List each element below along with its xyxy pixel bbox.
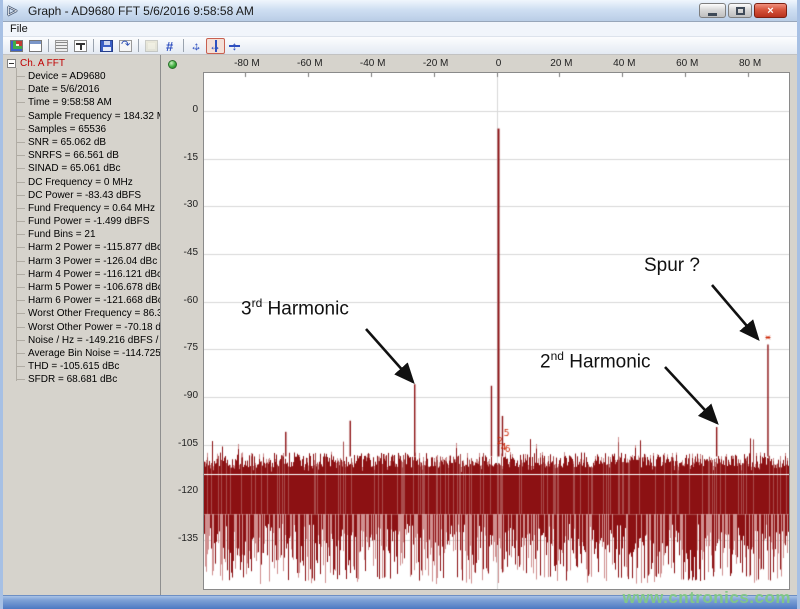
title-bar[interactable]: ▷ Graph - AD9680 FFT 5/6/2016 9:58:58 AM… <box>3 0 797 22</box>
export-button[interactable] <box>116 38 135 54</box>
x-tick-label: 20 M <box>550 58 573 69</box>
x-tick-label: -60 M <box>297 58 323 69</box>
tree-item: DC Power = -83.43 dBFS <box>16 189 160 202</box>
chart-icon <box>10 39 23 52</box>
grid-toggle-button[interactable] <box>161 38 180 54</box>
tree-item: Fund Frequency = 0.64 MHz <box>16 202 160 215</box>
tree-item: THD = -105.615 dBc <box>16 360 160 373</box>
tree-item: SNR = 65.062 dB <box>16 136 160 149</box>
swatch-icon <box>145 39 158 52</box>
minimize-button[interactable] <box>699 3 726 18</box>
form-icon <box>29 39 42 52</box>
tree-root[interactable]: Ch. A FFT <box>7 57 160 70</box>
y-tick-label: -60 <box>183 294 198 306</box>
menu-item-file[interactable]: File <box>3 23 35 35</box>
tree-item: Date = 5/6/2016 <box>16 83 160 96</box>
pan-button[interactable] <box>187 38 206 54</box>
probe-icon <box>74 39 87 52</box>
pan-arrows-icon <box>190 39 203 53</box>
x-tick-label: -40 M <box>359 58 386 69</box>
save-button[interactable] <box>97 38 116 54</box>
tree-root-label: Ch. A FFT <box>20 58 66 69</box>
maximize-icon <box>735 6 745 15</box>
tree-item: Harm 5 Power = -106.678 dBc <box>16 281 160 294</box>
zoom-horizontal-button[interactable] <box>206 37 225 54</box>
tree-item: Harm 4 Power = -116.121 dBc <box>16 268 160 281</box>
zoom-x-icon <box>209 39 222 53</box>
watermark: www.cntronics.com <box>622 588 791 607</box>
x-tick-label: 60 M <box>676 58 699 69</box>
y-tick-label: -15 <box>183 151 198 163</box>
results-sidebar[interactable]: Ch. A FFT Device = AD9680 Date = 5/6/2016… <box>3 55 161 595</box>
y-tick-label: -75 <box>183 342 198 354</box>
channel-active-indicator-icon <box>168 60 177 69</box>
tree-item: Worst Other Frequency = 86.31 MHz <box>16 307 160 320</box>
tree-item: Sample Frequency = 184.32 MHz <box>16 110 160 123</box>
color-swatch-button[interactable] <box>142 38 161 54</box>
close-button[interactable]: × <box>754 3 787 18</box>
y-tick-label: -105 <box>177 437 198 449</box>
fft-spectrum-canvas[interactable] <box>204 73 789 589</box>
y-tick-label: -135 <box>177 532 198 544</box>
y-tick-label: -30 <box>183 199 198 211</box>
tree-item: SNRFS = 66.561 dB <box>16 149 160 162</box>
x-tick-label: -20 M <box>422 58 449 69</box>
tree-item: Worst Other Power = -70.18 dBFS <box>16 321 160 334</box>
tree-item: Samples = 65536 <box>16 123 160 136</box>
tree-item: Time = 9:58:58 AM <box>16 96 160 109</box>
results-tree: Ch. A FFT Device = AD9680 Date = 5/6/2016… <box>3 55 160 387</box>
zoom-y-icon <box>228 39 241 53</box>
window-title: Graph - AD9680 FFT 5/6/2016 9:58:58 AM <box>28 3 254 18</box>
grid-icon <box>164 39 177 54</box>
app-logo-icon: ▷ <box>8 3 18 17</box>
tree-item: Noise / Hz = -149.216 dBFS / Hz <box>16 334 160 347</box>
tree-item: Harm 3 Power = -126.04 dBc <box>16 255 160 268</box>
graph-form-button[interactable] <box>26 38 45 54</box>
maximize-button[interactable] <box>728 3 752 18</box>
zoom-vertical-button[interactable] <box>225 38 244 54</box>
tree-item: SFDR = 68.681 dBc <box>16 373 160 386</box>
tree-item: Device = AD9680 <box>16 70 160 83</box>
save-icon <box>100 39 113 52</box>
close-icon: × <box>767 4 774 17</box>
tree-item-list: Device = AD9680 Date = 5/6/2016 Time = 9:5… <box>16 68 160 387</box>
tree-item: Fund Power = -1.499 dBFS <box>16 215 160 228</box>
list-icon <box>55 39 68 52</box>
plot-panel: -80 M -60 M -40 M -20 M 0 20 M 40 M 60 M 80 M 0 -… <box>164 55 794 595</box>
fft-plot-area[interactable] <box>203 72 790 590</box>
tree-item: SINAD = 65.061 dBc <box>16 162 160 175</box>
toolbar-separator <box>138 39 139 52</box>
tree-item: Fund Bins = 21 <box>16 228 160 241</box>
tree-item: Average Bin Noise = -114.725 dBFS <box>16 347 160 360</box>
toolbar <box>3 37 797 55</box>
graph-properties-button[interactable] <box>7 38 26 54</box>
menu-bar: File <box>3 22 797 37</box>
tree-item: DC Frequency = 0 MHz <box>16 176 160 189</box>
x-tick-label: 80 M <box>738 58 762 69</box>
main-content: Ch. A FFT Device = AD9680 Date = 5/6/2016… <box>3 55 797 595</box>
minimize-icon <box>708 12 717 16</box>
y-tick-label: -120 <box>177 485 198 497</box>
x-tick-label: -80 M <box>234 58 260 69</box>
export-icon <box>119 38 132 52</box>
toolbar-separator <box>93 39 94 52</box>
collapse-toggle-icon[interactable] <box>7 59 16 68</box>
toolbar-separator <box>48 39 49 52</box>
y-tick-label: -45 <box>183 246 198 258</box>
tree-item: Harm 6 Power = -121.668 dBc <box>16 294 160 307</box>
x-tick-label: 40 M <box>613 58 636 69</box>
data-list-button[interactable] <box>52 38 71 54</box>
y-tick-label: 0 <box>192 104 198 116</box>
y-tick-label: -90 <box>183 389 198 401</box>
x-tick-label: 0 <box>495 58 502 69</box>
app-window: ▷ Graph - AD9680 FFT 5/6/2016 9:58:58 AM… <box>0 0 800 609</box>
cursor-probe-button[interactable] <box>71 38 90 54</box>
tree-item: Harm 2 Power = -115.877 dBc <box>16 241 160 254</box>
toolbar-separator <box>183 39 184 52</box>
